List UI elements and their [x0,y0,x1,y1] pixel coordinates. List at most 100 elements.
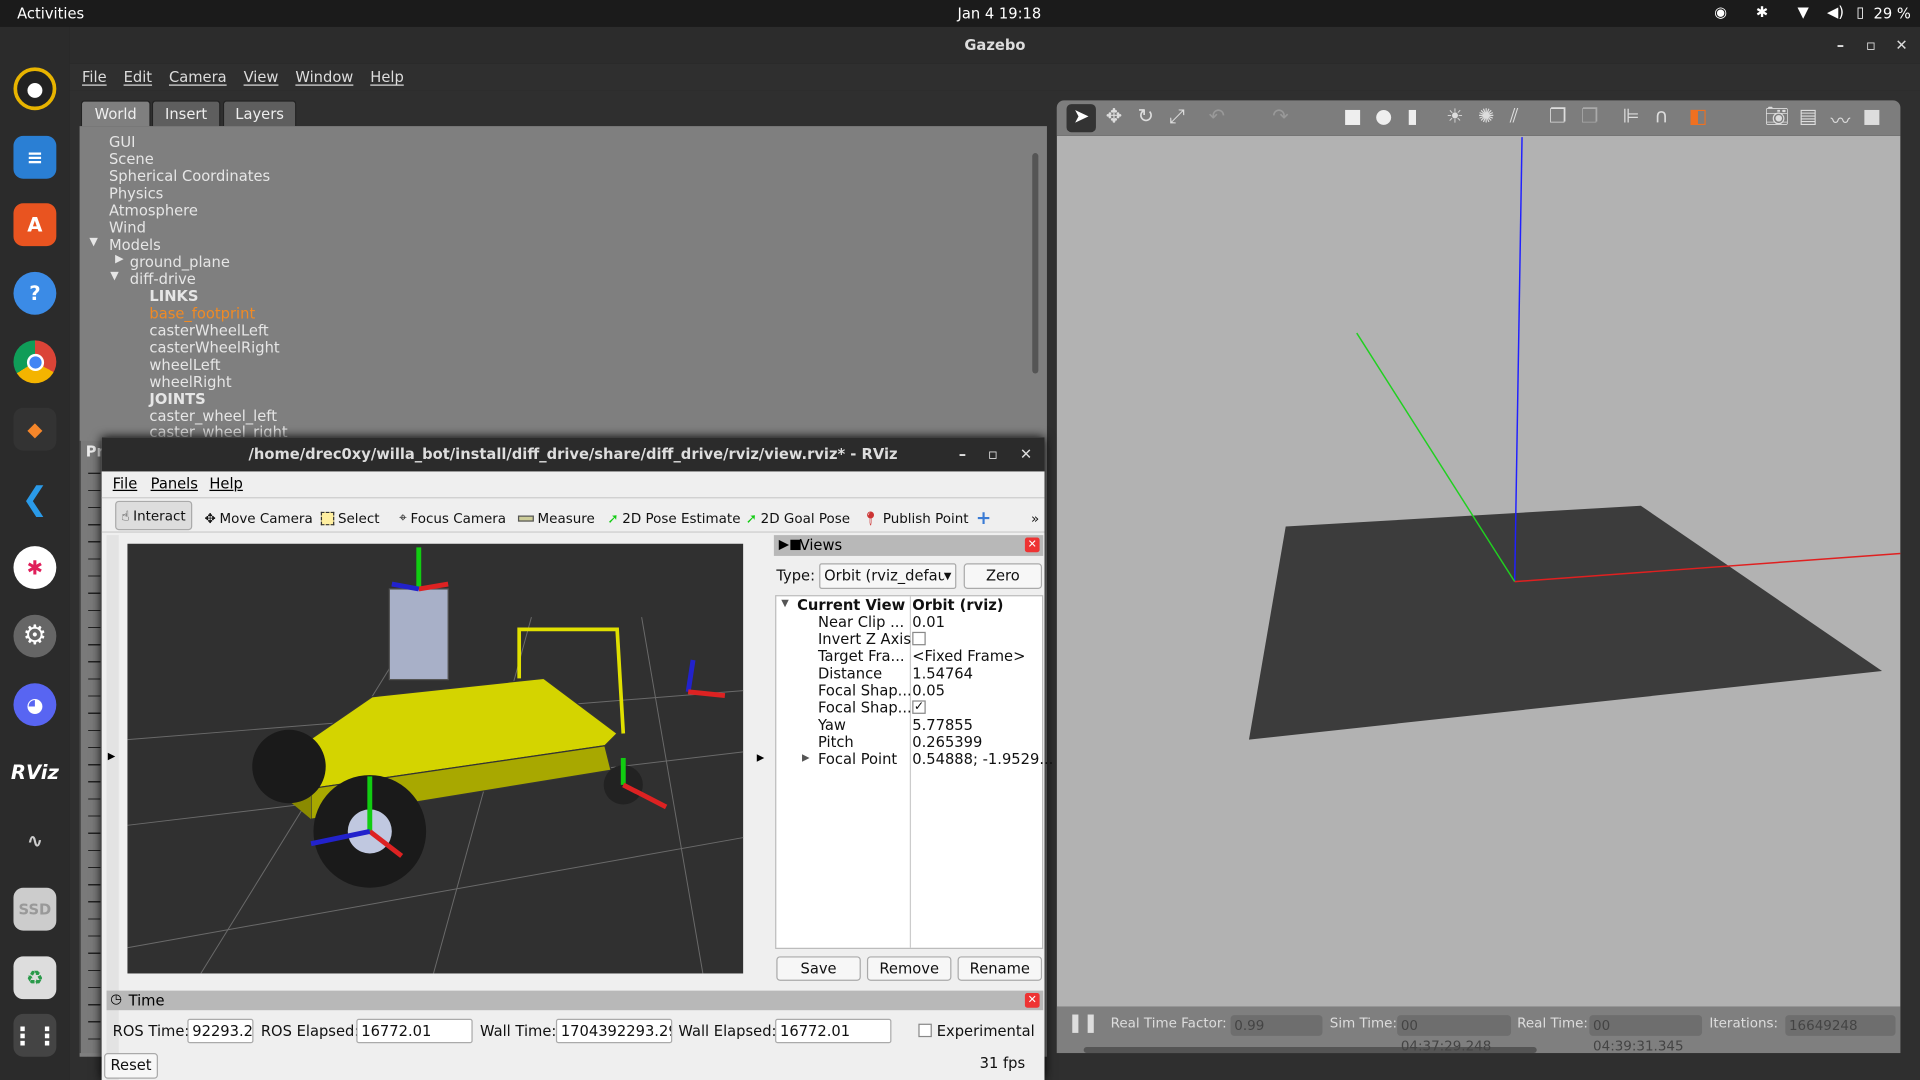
slack-tray-icon[interactable]: ✱ [1756,4,1768,21]
link-item[interactable]: casterWheelLeft [149,322,268,339]
writer-icon[interactable]: ≡ [13,135,57,179]
app-center-icon[interactable]: A [13,203,57,247]
close-button[interactable]: ✕ [1020,437,1032,471]
view-type-dropdown[interactable]: Orbit (rviz_defau ▼ [819,563,957,589]
volume-icon[interactable]: ◀) [1827,4,1844,21]
menu-panels[interactable]: Panels [151,475,198,492]
screenshot-icon[interactable]: 📷︎ [1764,104,1789,127]
prop-pitch-value[interactable]: 0.265399 [912,733,982,750]
ros-elapsed-field[interactable]: 16772.01 [356,1018,473,1044]
focal-shape-checkbox[interactable]: ✓ [912,700,926,714]
menu-help[interactable]: Help [370,64,404,91]
menu-window[interactable]: Window [295,64,353,91]
clock[interactable]: Jan 4 19:18 [958,5,1042,22]
rhythmbox-icon[interactable]: ● [13,67,57,111]
prop-distance-value[interactable]: 1.54764 [912,665,973,682]
directional-light-icon[interactable]: ⫽ [1510,104,1519,128]
add-tool-button[interactable]: + [976,506,991,530]
pause-icon[interactable]: ❚❚ [1068,1011,1099,1033]
plot-icon[interactable]: 〰 [1831,104,1851,133]
tool-interact[interactable]: ☝ Interact [115,500,192,531]
wall-time-field[interactable]: 1704392293.29 [555,1018,673,1044]
video-record-icon[interactable]: ■ [1862,104,1881,127]
save-view-button[interactable]: Save [776,956,861,981]
cylinder-shape-icon[interactable]: ▮ [1407,104,1418,127]
ros-time-field[interactable]: 92293.26 [187,1018,254,1044]
tool-publish-point[interactable]: 📍︎ Publish Point [862,506,969,530]
chrome-icon[interactable] [13,340,57,384]
link-item[interactable]: casterWheelRight [149,339,279,356]
tree-item-ground-plane[interactable]: ground_plane [130,253,230,270]
tree-item-model[interactable]: diff-drive [130,271,196,288]
joint-item[interactable]: caster_wheel_left [149,408,277,425]
tab-insert[interactable]: Insert [151,100,221,127]
box-shape-icon[interactable]: ■ [1343,104,1362,127]
select-mode-icon[interactable]: ➤ [1066,104,1096,133]
help-icon[interactable]: ? [13,271,57,315]
link-item[interactable]: wheelLeft [149,356,220,373]
snap-icon[interactable]: ∩ [1654,104,1668,127]
ssd-drive-icon[interactable]: SSD [13,887,57,931]
expand-arrow-icon[interactable]: ▼ [110,271,118,283]
expand-arrow-icon[interactable]: ▼ [781,598,789,609]
minimize-button[interactable]: – [959,437,966,471]
tree-item[interactable]: Wind [109,219,146,236]
slack-icon[interactable]: ✱ [13,546,57,589]
remove-view-button[interactable]: Remove [866,956,952,981]
minimize-button[interactable]: – [1837,27,1844,64]
log-icon[interactable]: ▤ [1799,104,1818,127]
link-item-selected[interactable]: base_footprint [149,305,255,322]
tree-item[interactable]: GUI [109,133,135,150]
system-monitor-icon[interactable]: ∿ [13,819,56,862]
wifi-icon[interactable]: ▼ [1798,4,1809,21]
zero-button[interactable]: Zero [963,563,1043,589]
activities-button[interactable]: Activities [17,5,84,22]
tree-item[interactable]: Spherical Coordinates [109,168,270,185]
tree-item[interactable]: Scene [109,151,154,168]
vscode-icon[interactable]: ❮ [13,478,56,521]
spot-light-icon[interactable]: ✺ [1478,104,1494,127]
scale-icon[interactable]: ⤢ [1169,104,1185,128]
experimental-checkbox[interactable] [918,1023,932,1038]
tool-focus-camera[interactable]: ⌖ Focus Camera [399,506,506,530]
tab-layers[interactable]: Layers [222,100,297,127]
rename-view-button[interactable]: Rename [957,956,1043,981]
invert-z-checkbox[interactable] [912,631,926,646]
sphere-shape-icon[interactable]: ● [1375,104,1392,127]
tool-measure[interactable]: Measure [517,506,595,530]
tool-move-camera[interactable]: ✥ Move Camera [204,506,312,530]
rviz-3d-view[interactable] [127,543,744,974]
rviz-icon[interactable]: RViz [11,751,59,794]
prop-focal-point-value[interactable]: 0.54888; -1.9529... [912,751,1053,768]
expand-arrow-icon[interactable]: ▶ [802,752,810,763]
battery-icon[interactable]: ▯ [1856,4,1864,21]
wall-elapsed-field[interactable]: 16772.01 [775,1018,892,1044]
link-item[interactable]: wheelRight [149,373,231,390]
settings-icon[interactable]: ⚙ [13,614,57,658]
tool-2d-pose-estimate[interactable]: ➚ 2D Pose Estimate [607,506,740,530]
prop-focal-shape-size-value[interactable]: 0.05 [912,682,945,699]
show-apps-icon[interactable]: ⋮⋮ [10,1013,59,1057]
close-button[interactable]: ✕ [1895,27,1907,64]
menu-file[interactable]: File [113,475,138,492]
align-icon[interactable]: ⊫ [1622,104,1639,127]
tree-scrollbar[interactable] [1032,153,1039,374]
prop-target-frame-value[interactable]: <Fixed Frame> [912,648,1025,665]
point-light-icon[interactable]: ☀ [1446,104,1464,127]
collapse-arrow-icon[interactable]: ▶ [115,253,123,265]
copy-icon[interactable]: ❐ [1549,104,1567,127]
menu-file[interactable]: File [82,64,107,91]
reset-button[interactable]: Reset [104,1053,158,1079]
tree-item[interactable]: Physics [109,185,163,202]
close-panel-icon[interactable]: ✕ [1024,993,1040,1008]
menu-help[interactable]: Help [209,475,243,492]
maximize-button[interactable]: ▫ [1866,27,1876,64]
undo-icon[interactable]: ↶ [1209,104,1225,127]
gazebo-3d-viewport[interactable] [1056,135,1901,1007]
expand-arrow-icon[interactable]: ▼ [89,236,97,248]
view-angle-icon[interactable]: ◧ [1689,104,1708,127]
prop-near-clip-value[interactable]: 0.01 [912,613,945,630]
discord-icon[interactable]: ◕ [13,683,57,727]
close-panel-icon[interactable]: ✕ [1024,537,1040,553]
menu-view[interactable]: View [244,64,279,91]
